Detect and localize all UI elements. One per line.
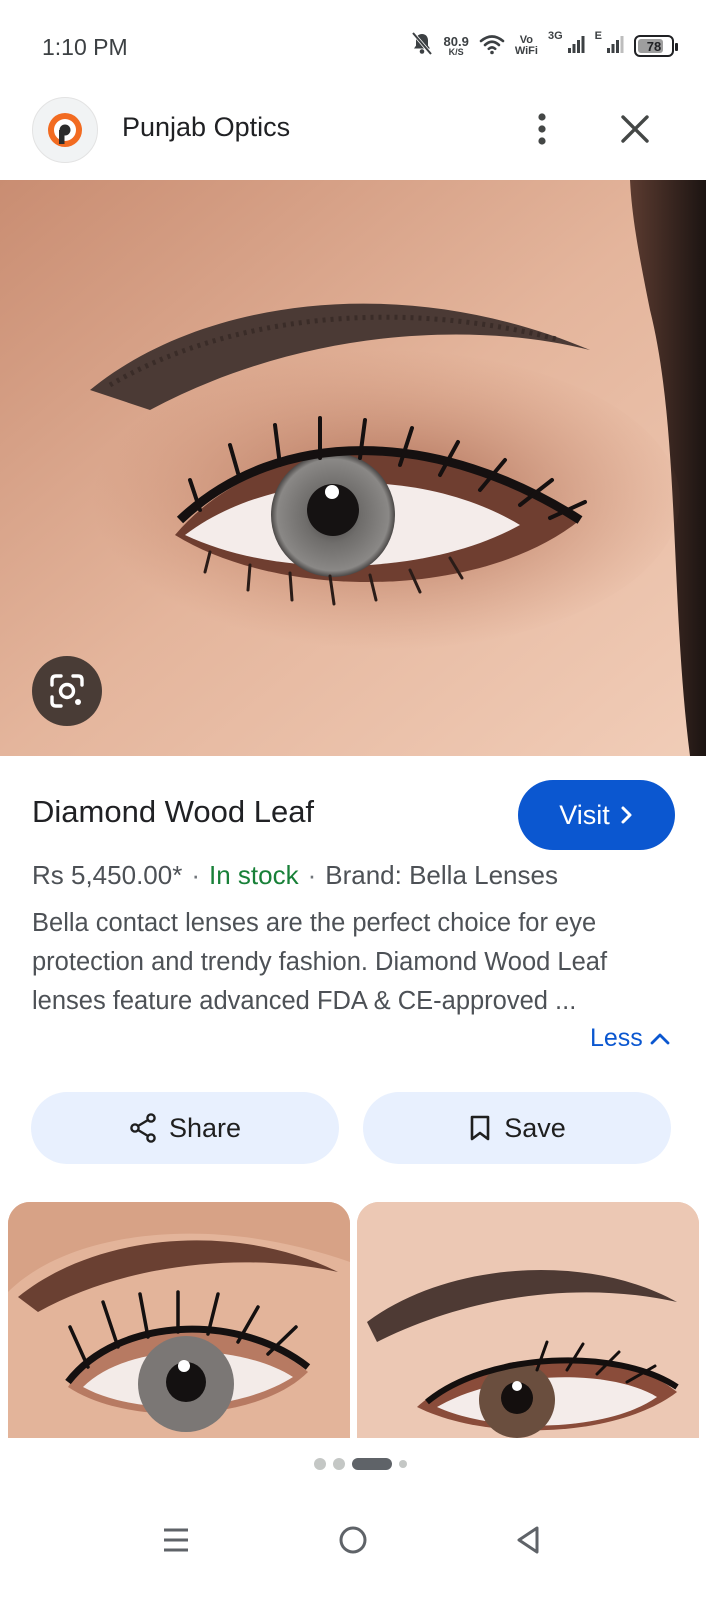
related-image-1[interactable] xyxy=(8,1202,350,1438)
close-icon[interactable] xyxy=(612,106,658,152)
sim1-network-label: 3G xyxy=(547,30,563,42)
site-name[interactable]: Punjab Optics xyxy=(122,112,290,143)
visit-button[interactable]: Visit xyxy=(518,780,675,850)
status-time: 1:10 PM xyxy=(42,34,128,60)
google-lens-button[interactable] xyxy=(32,656,102,726)
punjab-optics-logo[interactable] xyxy=(32,97,98,163)
back-button[interactable] xyxy=(498,1510,558,1570)
less-toggle[interactable]: Less xyxy=(590,1024,671,1053)
stock-status: In stock xyxy=(209,860,299,890)
product-price: Rs 5,450.00* xyxy=(32,860,183,890)
separator-dot: · xyxy=(191,860,200,890)
carousel-pager xyxy=(0,1456,720,1472)
product-title: Diamond Wood Leaf xyxy=(32,794,315,829)
save-label: Save xyxy=(504,1112,566,1143)
eye-closeup-photo xyxy=(0,180,706,756)
recents-button[interactable] xyxy=(146,1510,206,1570)
status-bar: 1:10 PM 80.9 K/S Vo WiFi 3G E 78 xyxy=(0,0,720,92)
network-speed-unit: K/S xyxy=(448,47,464,57)
network-speed: 80.9 K/S xyxy=(444,35,469,57)
logo-mark-icon xyxy=(48,113,82,147)
pager-dot[interactable] xyxy=(398,1460,407,1468)
chevron-right-icon xyxy=(621,806,632,824)
product-description: Bella contact lenses are the perfect cho… xyxy=(32,909,608,1015)
share-icon xyxy=(130,1113,156,1143)
battery-icon: 78 xyxy=(634,35,678,57)
eye-closeup-photo xyxy=(357,1202,699,1438)
eye-closeup-photo xyxy=(8,1202,350,1438)
status-icons: 80.9 K/S Vo WiFi 3G E 78 xyxy=(410,30,678,62)
more-vert-icon[interactable] xyxy=(522,106,562,152)
signal-icon xyxy=(567,34,585,59)
sim2-network-label: E xyxy=(594,30,602,42)
product-meta: Rs 5,450.00* · In stock · Brand: Bella Lense… xyxy=(32,860,558,891)
product-brand: Brand: Bella Lenses xyxy=(325,860,558,890)
wifi-icon xyxy=(479,33,505,60)
visit-label: Visit xyxy=(559,799,610,830)
google-lens-icon xyxy=(50,674,84,708)
vowifi-indicator: Vo WiFi xyxy=(515,35,538,57)
home-circle-icon xyxy=(339,1526,367,1554)
signal-icon xyxy=(606,34,624,59)
pager-dot[interactable] xyxy=(332,1458,345,1470)
related-image-2[interactable] xyxy=(357,1202,699,1438)
bookmark-icon xyxy=(470,1115,490,1141)
home-button[interactable] xyxy=(323,1510,383,1570)
vowifi-bottom: WiFi xyxy=(514,45,538,57)
battery-level: 78 xyxy=(646,38,662,54)
less-label: Less xyxy=(590,1024,643,1052)
site-header: Punjab Optics xyxy=(0,92,720,180)
save-button[interactable]: Save xyxy=(363,1092,671,1164)
menu-icon xyxy=(164,1528,188,1552)
pager-dot[interactable] xyxy=(313,1458,326,1470)
pager-dot-active[interactable] xyxy=(351,1458,392,1470)
separator-dot: · xyxy=(307,860,317,890)
share-button[interactable]: Share xyxy=(31,1092,339,1164)
back-triangle-icon xyxy=(517,1526,539,1554)
bell-off-icon xyxy=(410,31,434,62)
product-image[interactable] xyxy=(0,180,706,756)
system-nav-bar xyxy=(0,1490,720,1600)
chevron-up-icon xyxy=(650,1033,670,1044)
share-label: Share xyxy=(168,1112,242,1143)
